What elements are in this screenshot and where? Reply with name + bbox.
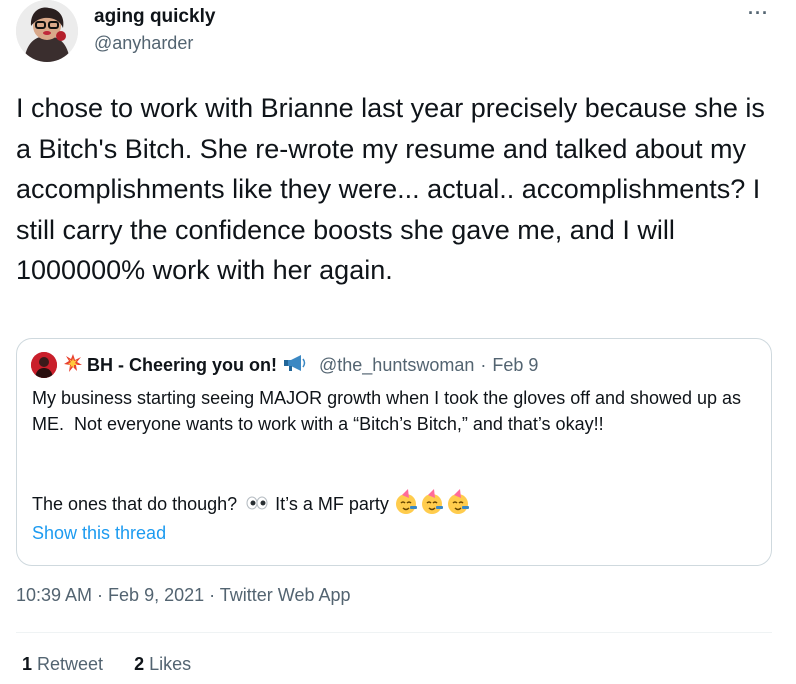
profile-photo-icon	[16, 0, 78, 62]
quoted-tweet-date[interactable]: Feb 9	[492, 355, 538, 376]
partying-face-icon	[419, 489, 445, 520]
quoted-text-part1: The ones that do though?	[32, 494, 238, 514]
partying-face-icon	[445, 489, 471, 520]
author-avatar[interactable]	[16, 0, 78, 62]
eyes-icon	[245, 494, 269, 515]
quoted-tweet-header: BH - Cheering you on! @the_huntswoman · …	[31, 352, 538, 378]
collision-icon	[63, 353, 83, 378]
quoted-author-name[interactable]: BH - Cheering you on!	[87, 355, 277, 376]
show-thread-link[interactable]: Show this thread	[32, 523, 166, 544]
author-info: aging quickly @anyharder	[94, 6, 215, 54]
likes-count: 2	[134, 654, 145, 674]
quoted-tweet-card[interactable]: BH - Cheering you on! @the_huntswoman · …	[16, 338, 772, 566]
divider	[16, 632, 772, 633]
quoted-author-handle[interactable]: @the_huntswoman	[319, 355, 474, 376]
retweets-count: 1	[22, 654, 33, 674]
retweets-stat[interactable]: 1 Retweet	[22, 654, 103, 675]
more-options-icon[interactable]: ···	[748, 4, 769, 22]
quoted-author-avatar[interactable]	[31, 352, 57, 378]
quoted-tweet-body: My business starting seeing MAJOR growth…	[32, 388, 747, 434]
tweet-timestamp[interactable]: 10:39 AM · Feb 9, 2021 · Twitter Web App	[16, 585, 351, 606]
likes-stat[interactable]: 2 Likes	[134, 654, 191, 675]
quoted-tweet-second-paragraph: The ones that do though? It’s a MF party	[32, 489, 471, 520]
header-separator: ·	[480, 354, 487, 375]
author-handle[interactable]: @anyharder	[94, 32, 215, 54]
partying-face-icon	[393, 489, 419, 520]
quoted-text-part2: It’s a MF party	[275, 494, 389, 514]
likes-label: Likes	[144, 654, 192, 674]
tweet-text: I chose to work with Brianne last year p…	[16, 93, 773, 285]
author-display-name[interactable]: aging quickly	[94, 6, 215, 28]
tweet-stats: 1 Retweet 2 Likes	[22, 654, 217, 675]
retweets-label: Retweet	[32, 654, 104, 674]
megaphone-icon	[283, 354, 307, 377]
quoted-profile-photo-icon	[31, 352, 57, 378]
